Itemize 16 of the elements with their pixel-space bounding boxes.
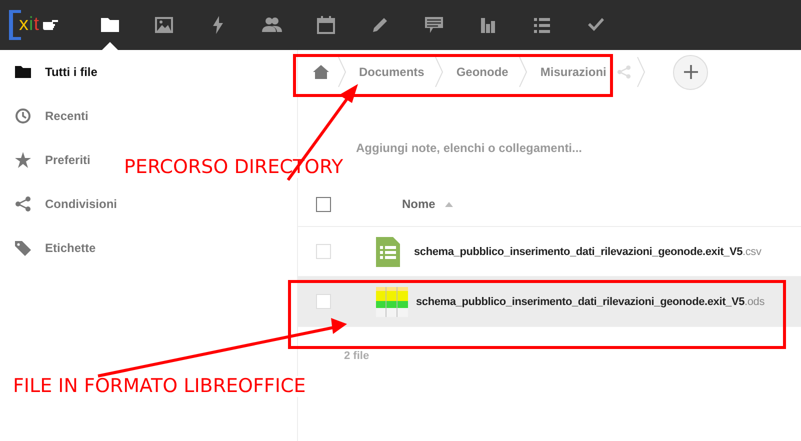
annotation-label: FILE IN FORMATO LIBREOFFICE [13, 376, 306, 397]
file-count: 2 file [344, 350, 370, 362]
file-row[interactable]: schema_pubblico_inserimento_dati_rilevazioni_geonode.exit_V5.ods [298, 277, 801, 327]
file-name[interactable]: schema_pubblico_inserimento_dati_rilevazioni_geonode.exit_V5.ods [416, 296, 765, 308]
breadcrumb-link[interactable]: Misurazioni [540, 65, 606, 79]
column-header[interactable]: Nome [402, 197, 436, 211]
logo[interactable]: xit [0, 0, 83, 50]
sidebar-item[interactable]: Tutti i file [0, 50, 108, 94]
sidebar-item[interactable]: Recenti [0, 94, 98, 138]
sidebar-item[interactable]: Condivisioni [0, 182, 127, 226]
breadcrumb-link[interactable]: Documents [359, 65, 424, 79]
sidebar-item[interactable]: Preferiti [0, 138, 100, 182]
file-name[interactable]: schema_pubblico_inserimento_dati_rilevazioni_geonode.exit_V5.csv [414, 246, 762, 258]
logo-text: xit [19, 14, 40, 36]
breadcrumb-link[interactable]: Geonode [456, 65, 508, 79]
sidebar-item[interactable]: Etichette [0, 226, 106, 270]
